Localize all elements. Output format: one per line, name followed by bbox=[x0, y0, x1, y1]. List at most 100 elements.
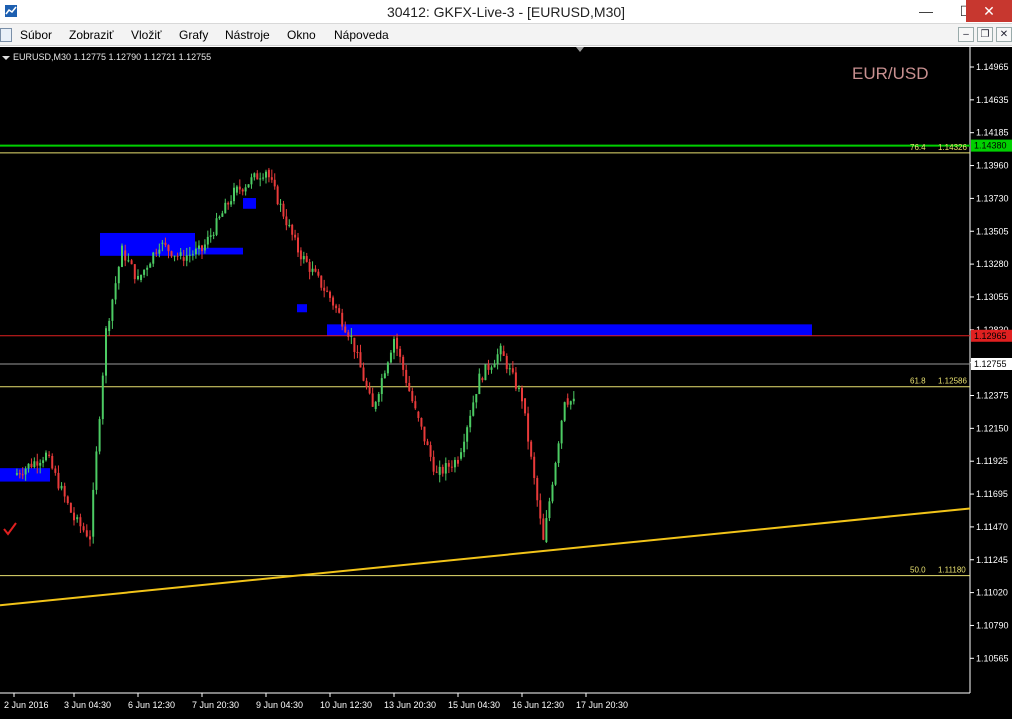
candle-body bbox=[209, 235, 212, 237]
candle-body bbox=[48, 454, 51, 456]
chart-minimize-button[interactable]: – bbox=[958, 27, 974, 42]
candle-body bbox=[143, 269, 146, 275]
candle-body bbox=[332, 297, 335, 306]
candle-body bbox=[69, 503, 72, 513]
candle-body bbox=[92, 489, 95, 537]
candle-body bbox=[95, 451, 98, 490]
candle-body bbox=[259, 178, 262, 180]
candle-body bbox=[158, 249, 161, 254]
window-close-button[interactable]: ✕ bbox=[966, 0, 1012, 22]
candle-body bbox=[182, 257, 185, 261]
y-tick-label: 1.11470 bbox=[976, 522, 1008, 532]
candle-body bbox=[386, 362, 389, 374]
candle-body bbox=[244, 187, 247, 192]
candle-body bbox=[215, 218, 218, 235]
candle-body bbox=[466, 427, 469, 442]
y-tick-label: 1.11695 bbox=[976, 489, 1008, 499]
candle-body bbox=[426, 441, 429, 446]
price-chart[interactable]: 1.14965 1.14635 1.14185 1.13960 1.13730 1.135… bbox=[0, 47, 1012, 719]
candle-body bbox=[179, 252, 182, 256]
chart-window[interactable]: 1.14965 1.14635 1.14185 1.13960 1.13730 1.135… bbox=[0, 47, 1012, 719]
candle-body bbox=[218, 216, 221, 219]
menu-file[interactable]: Súbor bbox=[20, 28, 52, 42]
menu-view[interactable]: Zobraziť bbox=[69, 28, 114, 42]
candle-body bbox=[291, 224, 294, 235]
candle-body bbox=[432, 456, 435, 472]
candle-body bbox=[262, 177, 265, 179]
candle-body bbox=[481, 378, 484, 381]
menu-help[interactable]: Nápoveda bbox=[334, 28, 389, 42]
candle-body bbox=[450, 466, 453, 468]
candle-body bbox=[463, 441, 466, 453]
candle-body bbox=[73, 512, 75, 521]
fib-ratio-label: 50.0 bbox=[910, 566, 926, 575]
candle-body bbox=[155, 252, 158, 254]
candle-body bbox=[233, 187, 235, 202]
menu-charts[interactable]: Grafy bbox=[179, 28, 208, 42]
candle-body bbox=[227, 202, 230, 205]
y-tick-label: 1.13055 bbox=[976, 292, 1009, 302]
candle-body bbox=[371, 393, 374, 407]
candle-body bbox=[267, 169, 270, 178]
candle-body bbox=[79, 517, 82, 527]
candle-body bbox=[194, 248, 197, 255]
chart-close-button[interactable]: ✕ bbox=[996, 27, 1012, 42]
candle-body bbox=[111, 299, 114, 321]
candle-body bbox=[305, 256, 308, 262]
window-minimize-button[interactable]: — bbox=[906, 0, 946, 22]
candle-body bbox=[557, 443, 560, 464]
candle-body bbox=[167, 244, 170, 252]
candle-body bbox=[514, 372, 517, 389]
symbol-dropdown-icon[interactable] bbox=[2, 56, 10, 60]
trend-line bbox=[0, 507, 971, 607]
candle-body bbox=[39, 462, 42, 466]
y-tick-label: 1.14185 bbox=[976, 128, 1009, 138]
menu-window[interactable]: Okno bbox=[287, 28, 316, 42]
x-tick-label: 7 Jun 20:30 bbox=[192, 700, 239, 710]
candle-body bbox=[188, 254, 191, 256]
x-tick-label: 3 Jun 04:30 bbox=[64, 700, 111, 710]
supply-demand-zone bbox=[297, 304, 307, 313]
candle-body bbox=[250, 177, 253, 185]
x-tick-label: 6 Jun 12:30 bbox=[128, 700, 175, 710]
candle-body bbox=[320, 275, 323, 288]
candle-body bbox=[161, 242, 164, 244]
x-tick-label: 10 Jun 12:30 bbox=[320, 700, 372, 710]
candle-body bbox=[493, 363, 496, 368]
candle-body bbox=[27, 463, 30, 469]
supply-demand-zone bbox=[243, 198, 256, 209]
candle-body bbox=[42, 460, 45, 463]
supply-demand-zone bbox=[327, 324, 812, 336]
y-tick-label: 1.11925 bbox=[976, 456, 1008, 466]
candle-body bbox=[121, 245, 123, 267]
chart-restore-button[interactable]: ❐ bbox=[977, 27, 993, 42]
candle-body bbox=[285, 216, 288, 226]
price-tag-label: 1.14380 bbox=[974, 141, 1007, 151]
candle-body bbox=[533, 456, 536, 478]
candle-body bbox=[108, 320, 111, 332]
candle-body bbox=[288, 224, 291, 226]
candle-body bbox=[389, 352, 392, 363]
x-tick-label: 2 Jun 2016 bbox=[4, 700, 49, 710]
price-tag-label: 1.12965 bbox=[974, 331, 1007, 341]
candle-body bbox=[338, 308, 341, 313]
document-icon[interactable] bbox=[0, 28, 12, 42]
candle-body bbox=[51, 455, 54, 469]
y-tick-label: 1.10790 bbox=[976, 620, 1009, 630]
candle-body bbox=[164, 242, 167, 245]
candle-body bbox=[414, 401, 417, 409]
candle-body bbox=[114, 283, 117, 300]
candle-body bbox=[235, 186, 238, 193]
menu-tools[interactable]: Nástroje bbox=[225, 28, 270, 42]
chart-shift-marker[interactable] bbox=[576, 47, 584, 52]
candle-body bbox=[270, 177, 273, 180]
candle-body bbox=[508, 368, 511, 370]
candle-body bbox=[542, 518, 545, 540]
menu-insert[interactable]: Vložiť bbox=[131, 28, 162, 42]
candle-body bbox=[329, 291, 331, 298]
candle-body bbox=[539, 500, 542, 519]
candle-body bbox=[197, 245, 200, 249]
fib-ratio-label: 76.4 bbox=[910, 143, 926, 152]
candle-body bbox=[496, 354, 499, 364]
candle-body bbox=[548, 501, 551, 519]
